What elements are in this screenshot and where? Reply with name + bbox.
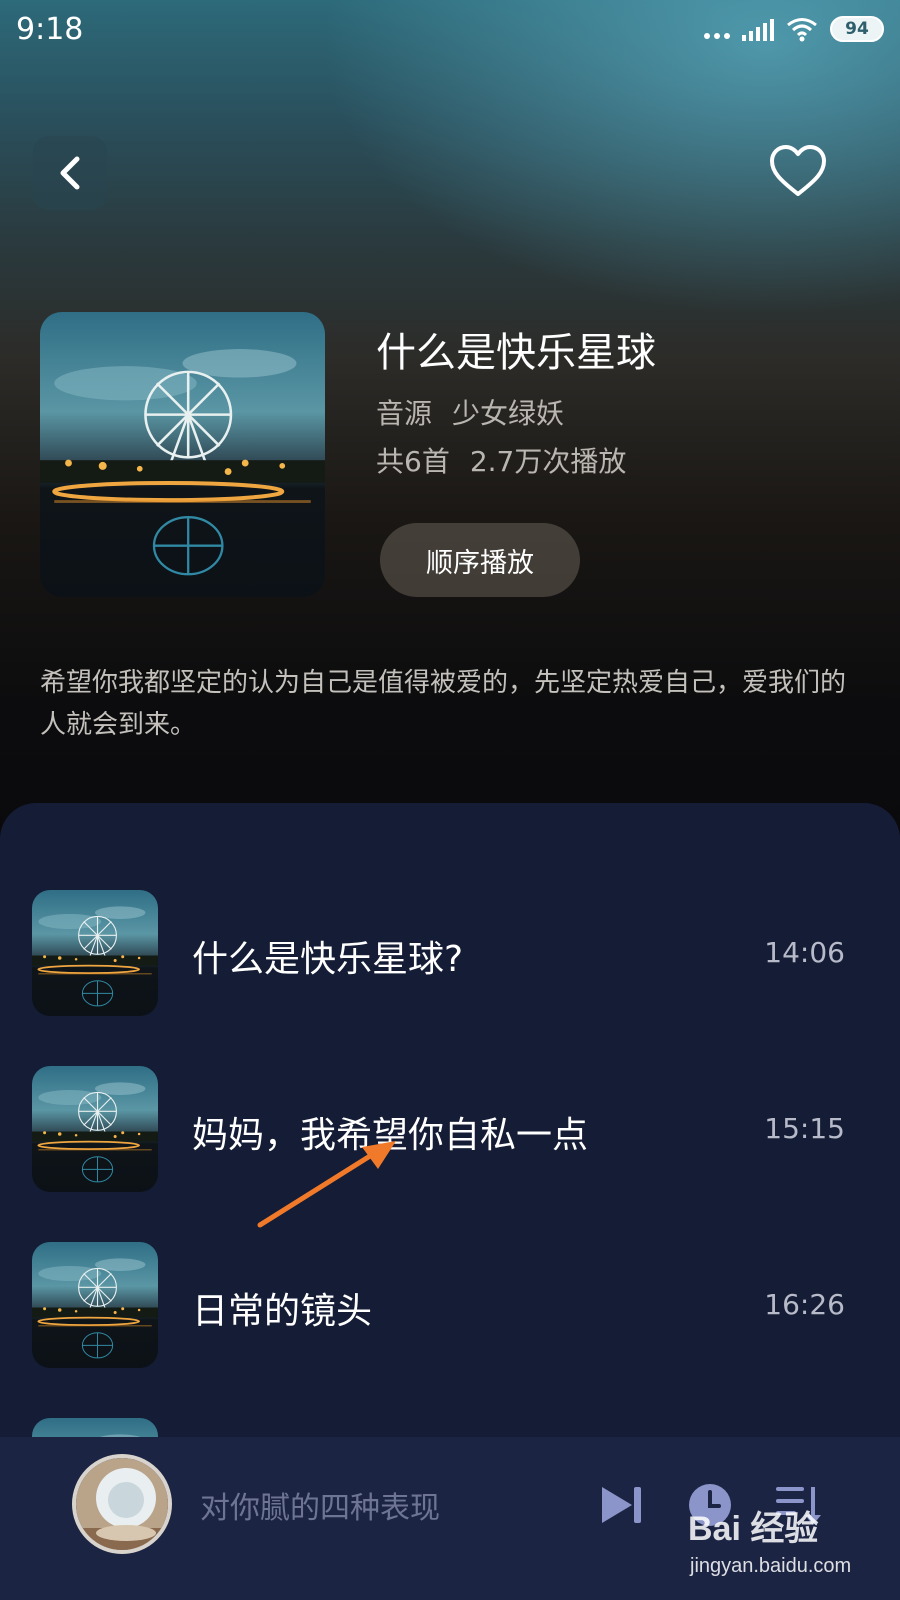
track-thumbnail <box>32 1066 158 1192</box>
track-title: 日常的镜头 <box>192 1291 373 1332</box>
favorite-button[interactable] <box>768 142 828 202</box>
track-thumbnail <box>32 890 158 1016</box>
album-description: 希望你我都坚定的认为自己是值得被爱的，先坚定热爱自己，爱我们的人就会到来。 <box>40 668 847 740</box>
more-dots-icon <box>704 17 730 41</box>
play-count: 2.7万次播放 <box>469 445 627 478</box>
status-icons: 94 <box>704 16 884 42</box>
status-bar: 9:18 94 <box>0 0 900 60</box>
album-cover <box>40 312 325 597</box>
chevron-left-icon <box>60 156 80 190</box>
now-playing-title[interactable]: 对你腻的四种表现 <box>200 1483 440 1527</box>
track-item[interactable]: 日常的镜头 16:26 <box>0 1242 900 1368</box>
cell-signal-icon <box>742 17 774 41</box>
album-source: 音源 少女绿妖 <box>376 392 564 432</box>
watermark-brand: Bai 经验 <box>688 1510 819 1548</box>
annotation-arrow <box>257 1141 396 1228</box>
baidu-jingyan-watermark: Bai 经验 jingyan.baidu.com <box>688 1497 888 1587</box>
track-duration: 14:06 <box>764 936 845 969</box>
wifi-icon <box>787 18 817 42</box>
track-duration: 16:26 <box>764 1288 845 1321</box>
watermark-url: jingyan.baidu.com <box>690 1555 852 1577</box>
track-thumbnail <box>32 1242 158 1368</box>
track-duration: 15:15 <box>764 1112 845 1145</box>
back-button[interactable] <box>33 136 107 210</box>
source-label: 音源 <box>376 397 433 430</box>
play-next-icon[interactable] <box>598 1481 646 1529</box>
track-count: 共6首 <box>376 445 450 478</box>
track-title: 什么是快乐星球? <box>192 939 464 980</box>
now-playing-cover[interactable] <box>72 1454 172 1554</box>
battery-indicator: 94 <box>830 16 884 42</box>
album-stats: 共6首 2.7万次播放 <box>376 440 626 480</box>
source-name[interactable]: 少女绿妖 <box>452 397 564 430</box>
track-list: 什么是快乐星球? 14:06 妈妈，我希望你自私一点 15:15 日常的镜头 1… <box>0 803 900 1443</box>
play-order-button[interactable]: 顺序播放 <box>380 523 580 597</box>
heart-icon <box>770 145 826 196</box>
status-time: 9:18 <box>16 12 84 47</box>
track-item[interactable]: 妈妈，我希望你自私一点 15:15 <box>0 1066 900 1192</box>
album-title: 什么是快乐星球 <box>376 330 656 376</box>
track-item[interactable]: 什么是快乐星球? 14:06 <box>0 890 900 1016</box>
